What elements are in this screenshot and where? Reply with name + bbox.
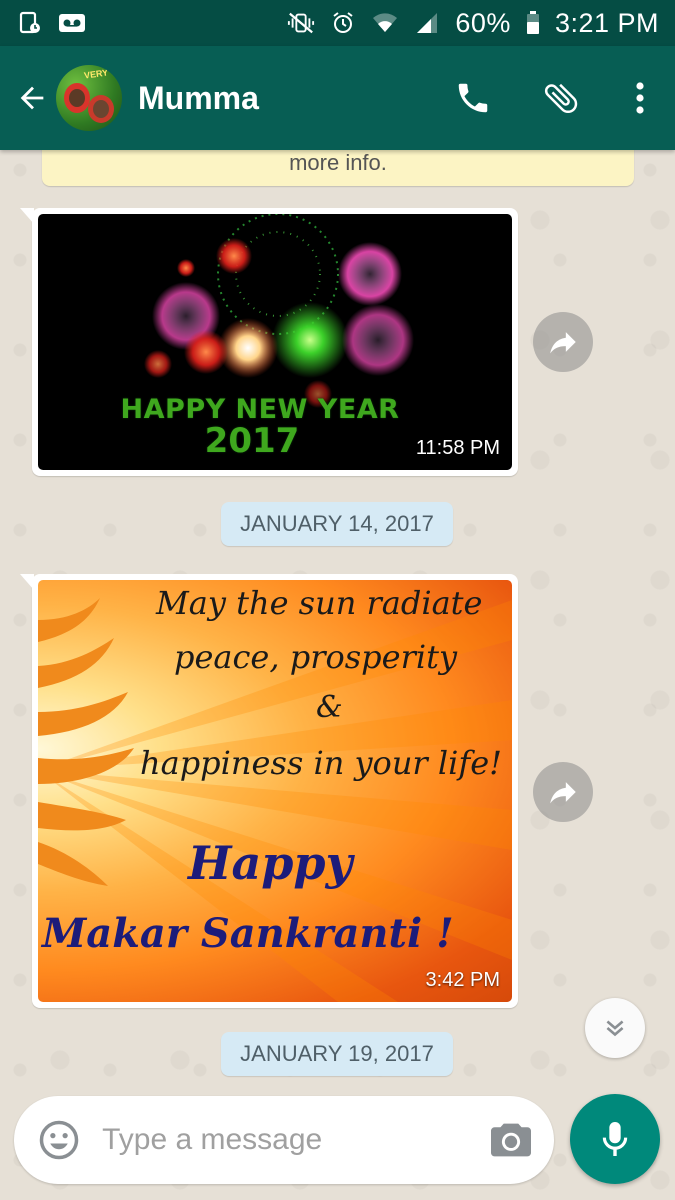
status-bar: 60% 3:21 PM: [0, 0, 675, 46]
forward-button[interactable]: [533, 312, 593, 372]
status-right: 60% 3:21 PM: [287, 8, 659, 39]
image-message[interactable]: HAPPY NEW YEAR 2017 11:58 PM: [20, 208, 518, 476]
voicemail-icon: [58, 12, 86, 34]
sankranti-image[interactable]: May the sun radiate peace, prosperity & …: [38, 580, 512, 1002]
signal-icon: [413, 12, 441, 34]
call-icon: [458, 83, 488, 113]
camera-button[interactable]: [488, 1118, 534, 1162]
date-separator: JANUARY 14, 2017: [221, 502, 453, 546]
arrow-back-icon: [20, 86, 44, 110]
info-banner-text: more info.: [289, 150, 387, 175]
greeting-line-6: Makar Sankranti !: [42, 910, 454, 957]
fireworks-image[interactable]: HAPPY NEW YEAR 2017 11:58 PM: [38, 214, 512, 470]
more-vert-icon: [636, 82, 644, 114]
contact-name[interactable]: Mumma: [138, 80, 429, 117]
double-chevron-down-icon: [606, 1020, 624, 1037]
back-button[interactable]: [2, 46, 62, 150]
greeting-line-4: happiness in your life!: [140, 744, 502, 782]
more-options-button[interactable]: [605, 46, 675, 150]
message-composer: [14, 1096, 554, 1184]
greeting-line-5: Happy: [188, 836, 353, 890]
chat-header: VERY Mumma: [0, 46, 675, 150]
battery-percent: 60%: [455, 7, 511, 38]
avatar-face: [93, 100, 109, 118]
emoji-button[interactable]: [38, 1118, 80, 1162]
attach-icon: [544, 83, 578, 114]
voice-record-button[interactable]: [570, 1094, 660, 1184]
avatar-text: VERY: [83, 67, 109, 81]
emoji-icon: [39, 1120, 79, 1160]
greeting-line-1: May the sun radiate: [156, 584, 483, 622]
avatar[interactable]: VERY: [56, 65, 122, 131]
message-time: 3:42 PM: [425, 969, 500, 991]
scroll-to-bottom-button[interactable]: [585, 998, 645, 1058]
message-list[interactable]: more info. HAPPY NEW YEAR 2017 11:58 PM …: [0, 150, 675, 1200]
encryption-info-banner[interactable]: more info.: [42, 150, 634, 186]
wifi-icon: [371, 12, 399, 34]
date-label: JANUARY 19, 2017: [240, 1041, 434, 1066]
date-label: JANUARY 14, 2017: [240, 511, 434, 536]
alarm-icon: [329, 12, 357, 34]
attach-button[interactable]: [517, 46, 605, 150]
mic-icon: [602, 1122, 628, 1156]
status-time: 3:21 PM: [554, 7, 659, 38]
forward-icon: [550, 782, 576, 804]
sankranti-text: May the sun radiate peace, prosperity & …: [38, 580, 512, 1002]
image-message[interactable]: May the sun radiate peace, prosperity & …: [20, 574, 518, 1008]
greeting-line-2: peace, prosperity: [174, 638, 458, 676]
voice-call-button[interactable]: [429, 46, 517, 150]
message-input[interactable]: [102, 1123, 489, 1157]
message-time: 11:58 PM: [415, 437, 500, 459]
status-left: [16, 11, 86, 34]
greeting-line-3: &: [316, 690, 343, 725]
forward-icon: [550, 332, 576, 354]
date-separator: JANUARY 19, 2017: [221, 1032, 453, 1076]
battery-icon: [525, 11, 541, 34]
vibrate-mute-icon: [287, 12, 315, 34]
camera-icon: [491, 1123, 532, 1157]
sim-card-icon: [16, 11, 44, 34]
forward-button[interactable]: [533, 762, 593, 822]
avatar-face: [69, 89, 85, 107]
